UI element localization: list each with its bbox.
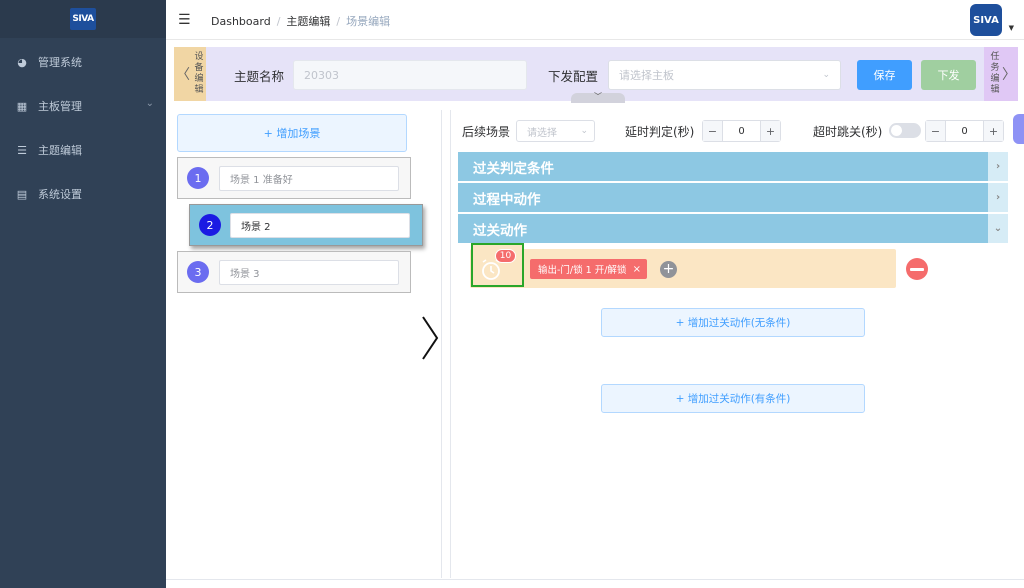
task-edit-tab[interactable]: 任务编辑 〉 — [984, 47, 1018, 101]
timeout-stepper[interactable]: − 0 + — [925, 120, 1004, 142]
list-icon: ☰ — [17, 143, 27, 157]
section-pass-actions[interactable]: 过关动作 ⌄ — [458, 214, 1008, 243]
increment-button[interactable]: + — [983, 121, 1003, 141]
action-tag[interactable]: 输出-门/锁 1 开/解锁 × — [530, 259, 647, 279]
increment-button[interactable]: + — [760, 121, 780, 141]
config-label: 下发配置 — [548, 69, 599, 84]
header: ☰ Dashboard / 主题编辑 / 场景编辑 SIVA ▼ — [166, 0, 1024, 40]
chevron-right-icon: › — [988, 183, 1008, 212]
sidebar-item-board[interactable]: ▦ 主板管理 ⌄ — [0, 84, 166, 128]
chevron-down-icon: ⌄ — [822, 70, 830, 80]
close-icon[interactable]: × — [633, 264, 641, 275]
breadcrumb-scene-edit: 场景编辑 — [346, 15, 391, 28]
chevron-down-icon: ⌄ — [580, 126, 588, 136]
add-pass-action-unconditional-button[interactable]: + 增加过关动作(无条件) — [601, 308, 865, 337]
timer-badge: 10 — [495, 249, 516, 263]
scene-number: 1 — [187, 167, 209, 189]
toggle-knob — [891, 125, 902, 136]
logo-bar: SIVA — [0, 0, 166, 38]
device-edit-tab[interactable]: 〈 设备编辑 — [174, 47, 206, 101]
chevron-down-icon: ﹀ — [594, 92, 602, 101]
delay-stepper[interactable]: − 0 + — [702, 120, 781, 142]
settings-doc-icon: ▤ — [16, 187, 28, 201]
board-select-placeholder: 请选择主板 — [619, 69, 674, 82]
hamburger-icon[interactable]: ☰ — [178, 12, 191, 28]
scene-name-input[interactable]: 场景 1 准备好 — [219, 166, 399, 191]
side-drawer-handle[interactable] — [1013, 114, 1024, 144]
divider — [166, 579, 1024, 580]
decrement-button[interactable]: − — [703, 121, 723, 141]
avatar[interactable]: SIVA — [970, 4, 1002, 36]
scene-name-input[interactable]: 场景 3 — [219, 260, 399, 285]
scene-name-input[interactable]: 场景 2 — [230, 213, 410, 238]
theme-name-input: 20303 — [293, 60, 527, 90]
scene-item[interactable]: 1 场景 1 准备好 — [177, 157, 411, 199]
chevron-left-icon: 〈 — [176, 67, 190, 83]
scene-item[interactable]: 3 场景 3 — [177, 251, 411, 293]
chevron-down-icon: ⌄ — [988, 214, 1008, 243]
chevron-down-icon: ⌄ — [145, 98, 154, 109]
timeout-label: 超时跳关(秒) — [813, 125, 883, 139]
scene-item-active[interactable]: 2 场景 2 — [189, 204, 423, 246]
delay-label: 延时判定(秒) — [625, 125, 695, 139]
chevron-right-icon[interactable] — [420, 315, 440, 361]
minus-icon — [910, 267, 924, 271]
section-title: 过程中动作 — [473, 191, 541, 208]
chevron-right-icon: › — [988, 152, 1008, 181]
action-tag-label: 输出-门/锁 1 开/解锁 — [538, 265, 627, 276]
section-pass-conditions[interactable]: 过关判定条件 › — [458, 152, 1008, 181]
sidebar-item-label: 管理系统 — [38, 56, 82, 69]
section-title: 过关动作 — [473, 222, 527, 239]
device-edit-label: 设备编辑 — [194, 52, 204, 95]
section-title: 过关判定条件 — [473, 160, 554, 177]
send-button[interactable]: 下发 — [921, 60, 976, 90]
sidebar-item-settings[interactable]: ▤ 系统设置 — [0, 172, 166, 216]
breadcrumb: Dashboard / 主题编辑 / 场景编辑 — [211, 15, 391, 28]
timeout-toggle[interactable] — [889, 123, 921, 138]
board-select[interactable]: 请选择主板 ⌄ — [608, 60, 841, 90]
sidebar-item-theme[interactable]: ☰ 主题编辑 — [0, 128, 166, 172]
task-edit-label: 任务编辑 — [990, 52, 1000, 95]
next-scene-select[interactable]: 请选择 ⌄ — [516, 120, 595, 142]
decrement-button[interactable]: − — [926, 121, 946, 141]
dashboard-icon: ◕ — [17, 55, 27, 69]
scene-number: 3 — [187, 261, 209, 283]
theme-name-label: 主题名称 — [234, 69, 285, 84]
sidebar-item-label: 主板管理 — [38, 100, 82, 113]
brand-logo: SIVA — [70, 8, 96, 30]
next-scene-label: 后续场景 — [462, 125, 511, 139]
next-scene-placeholder: 请选择 — [527, 127, 557, 139]
add-action-icon[interactable]: + — [660, 261, 677, 278]
sidebar: SIVA ◕ 管理系统 ▦ 主板管理 ⌄ ☰ 主题编辑 ▤ 系统设置 — [0, 0, 166, 588]
save-button[interactable]: 保存 — [857, 60, 912, 90]
section-process-actions[interactable]: 过程中动作 › — [458, 183, 1008, 212]
add-scene-button[interactable]: + 增加场景 — [177, 114, 407, 152]
sidebar-item-management[interactable]: ◕ 管理系统 — [0, 40, 166, 84]
theme-name-value: 20303 — [304, 68, 339, 82]
breadcrumb-theme-edit[interactable]: 主题编辑 — [286, 15, 330, 28]
remove-action-button[interactable] — [906, 258, 928, 280]
chevron-right-icon: 〉 — [1002, 67, 1016, 83]
add-pass-action-conditional-button[interactable]: + 增加过关动作(有条件) — [601, 384, 865, 413]
delay-value[interactable]: 0 — [723, 126, 760, 137]
scene-number: 2 — [199, 214, 221, 236]
timeout-value[interactable]: 0 — [946, 126, 983, 137]
grid-icon: ▦ — [16, 99, 28, 113]
caret-down-icon[interactable]: ▼ — [1009, 24, 1014, 32]
sidebar-item-label: 系统设置 — [38, 188, 82, 201]
sidebar-item-label: 主题编辑 — [38, 144, 82, 157]
breadcrumb-dashboard[interactable]: Dashboard — [211, 15, 271, 28]
collapse-toggle[interactable]: ﹀ — [571, 93, 625, 103]
